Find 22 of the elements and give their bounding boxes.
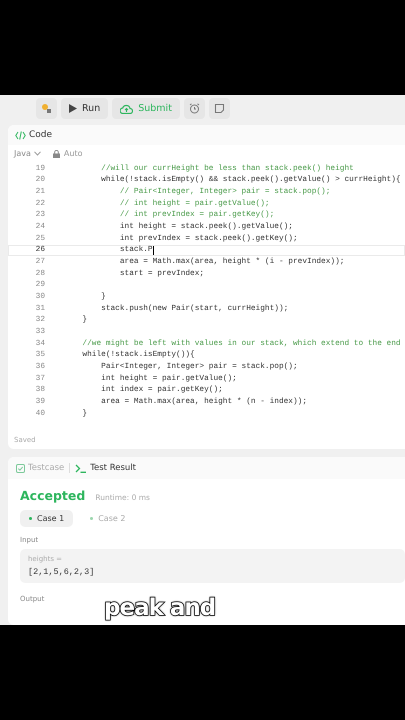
code-icon — [15, 130, 26, 140]
run-button[interactable]: Run — [61, 98, 108, 119]
input-value: [2,1,5,6,2,3] — [28, 567, 94, 577]
note-icon[interactable] — [208, 98, 230, 119]
text-cursor — [152, 246, 154, 255]
video-caption: peak and — [104, 595, 216, 621]
upload-cloud-icon — [120, 104, 134, 114]
submit-button[interactable]: Submit — [112, 98, 180, 119]
alarm-clock-icon[interactable] — [184, 98, 205, 119]
checkbox-icon — [16, 464, 25, 472]
verdict-label: Accepted — [20, 488, 86, 503]
panel-tab[interactable]: Test Result — [75, 463, 136, 473]
lock-icon — [52, 150, 60, 158]
terminal-icon — [75, 464, 88, 472]
case-tab[interactable]: Case 2 — [81, 510, 134, 527]
language-dropdown[interactable]: Java — [14, 149, 41, 158]
case-tab[interactable]: Case 1 — [20, 510, 74, 527]
panel-title: Code — [29, 130, 52, 140]
panel-tab[interactable]: Testcase — [16, 463, 64, 473]
play-icon — [69, 104, 77, 113]
chevron-down-icon — [34, 151, 41, 156]
mode-label: Auto — [64, 149, 82, 158]
